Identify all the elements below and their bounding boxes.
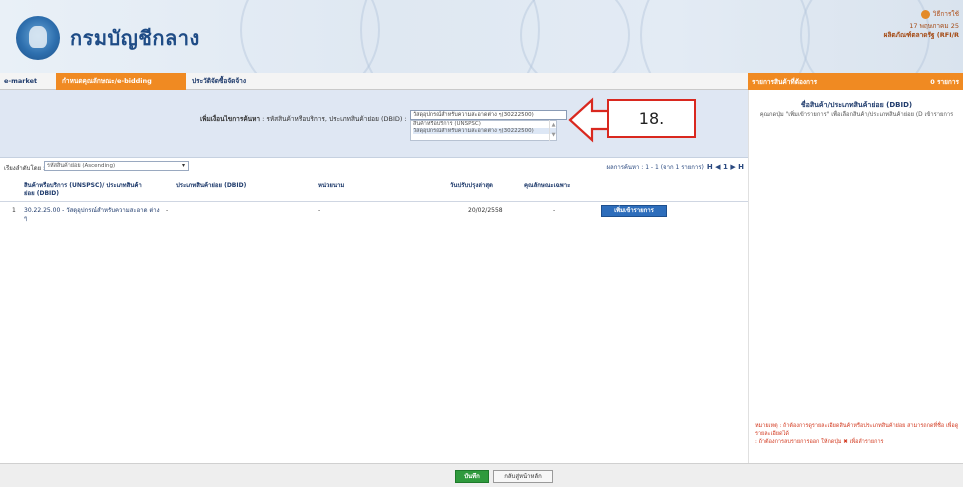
row-item-link[interactable]: 30.22.25.00 - วัสดุอุปกรณ์สำหรับความสะอา… bbox=[24, 207, 164, 223]
col-header-spec: คุณลักษณะเฉพาะ bbox=[524, 182, 571, 189]
dbid-select-input[interactable]: วัสดุอุปกรณ์สำหรับความสะอาดต่าง ๆ(302225… bbox=[410, 110, 567, 120]
menu-bar: e-market กำหนดคุณลักษณะ/e-bidding ประวัต… bbox=[0, 72, 963, 90]
sort-select[interactable]: รหัสสินค้าย่อย (Ascending) ▾ bbox=[44, 161, 189, 171]
cart-header: รายการสินค้าที่ต้องการ 0 รายการ bbox=[748, 73, 963, 90]
user-name: ผลิตภัณฑ์ตลาดรัฐ (RFI/R bbox=[883, 31, 959, 39]
tab-e-market[interactable]: e-market bbox=[0, 73, 56, 90]
tab-procurement-history[interactable]: ประวัติจัดซื้อจัดจ้าง bbox=[186, 73, 252, 90]
page-header: กรมบัญชีกลาง วิธีการใช้ 17 พฤษภาคม 25 ผล… bbox=[0, 0, 963, 73]
panel-title: ชื่อสินค้า/ประเภทสินค้าย่อย (DBID) bbox=[800, 101, 913, 109]
selected-items-panel: ชื่อสินค้า/ประเภทสินค้าย่อย (DBID) คุณกด… bbox=[748, 90, 963, 463]
table-header: สินค้าหรือบริการ (UNSPSC)/ ประเภทสินค้าย… bbox=[0, 178, 748, 202]
panel-instruction: คุณกดปุ่ม "เพิ่มเข้ารายการ" เพื่อเลือกสิ… bbox=[759, 112, 954, 118]
col-header-updated: วันปรับปรุงล่าสุด bbox=[450, 182, 493, 189]
sort-value: รหัสสินค้าย่อย (Ascending) bbox=[47, 163, 116, 169]
help-link[interactable]: วิธีการใช้ bbox=[920, 10, 959, 19]
note-line-1: หมายเหตุ : ถ้าต้องการดูรายละเอียดสินค้าห… bbox=[755, 423, 959, 437]
help-label: วิธีการใช้ bbox=[932, 10, 959, 18]
menu-tabs: e-market กำหนดคุณลักษณะ/e-bidding ประวัต… bbox=[0, 72, 748, 90]
pagination: ผลการค้นหา : 1 - 1 (จาก 1 รายการ) H ◀ 1 … bbox=[607, 162, 745, 172]
row-index: 1 bbox=[12, 207, 16, 214]
note-line-2: : ถ้าต้องการลบรายการออก ให้กดปุ่ม ✖ เพื่… bbox=[755, 438, 963, 446]
dropdown-scrollbar[interactable]: ▲ ▼ bbox=[549, 120, 557, 141]
header-user-info: วิธีการใช้ 17 พฤษภาคม 25 ผลิตภัณฑ์ตลาดรั… bbox=[884, 10, 959, 40]
save-button[interactable]: บันทึก bbox=[455, 470, 489, 483]
sort-label: เรียงลำดับโดย : bbox=[4, 165, 46, 172]
row-updated: 20/02/2558 bbox=[468, 207, 503, 214]
filter-label: เพิ่มเงื่อนไขการค้นหา : รหัสสินค้าหรือบร… bbox=[200, 114, 407, 124]
step-callout: 18. bbox=[607, 99, 696, 138]
col-header-dbid: ประเภทสินค้าย่อย (DBID) bbox=[176, 182, 247, 189]
table-row: 1 30.22.25.00 - วัสดุอุปกรณ์สำหรับความสะ… bbox=[0, 202, 748, 230]
header-decoration bbox=[360, 0, 540, 73]
header-decoration bbox=[240, 0, 380, 73]
row-dbid: - bbox=[166, 207, 169, 214]
row-spec: - bbox=[553, 207, 556, 214]
current-date: 17 พฤษภาคม 25 bbox=[909, 22, 959, 30]
note-delete-text: : ถ้าต้องการลบรายการออก ให้กดปุ่ม bbox=[755, 439, 842, 445]
header-decoration bbox=[640, 0, 810, 73]
pagination-controls[interactable]: H ◀ 1 ▶ H bbox=[707, 163, 744, 171]
tab-e-bidding[interactable]: กำหนดคุณลักษณะ/e-bidding bbox=[56, 72, 186, 90]
help-icon bbox=[920, 10, 930, 19]
chevron-down-icon: ▾ bbox=[181, 162, 185, 169]
row-unit: - bbox=[318, 207, 321, 214]
header-decoration bbox=[520, 0, 630, 73]
filter-label-rest: : รหัสสินค้าหรือบริการ, ประเภทสินค้าย่อย… bbox=[262, 115, 407, 123]
pagination-summary: ผลการค้นหา : 1 - 1 (จาก 1 รายการ) bbox=[606, 164, 704, 171]
delete-x-icon: ✖ bbox=[843, 439, 848, 445]
dropdown-option-selected[interactable]: วัสดุอุปกรณ์สำหรับความสะอาดต่าง ๆ(302225… bbox=[413, 127, 556, 134]
bottom-action-bar: บันทึก กลับสู่หน้าหลัก bbox=[0, 463, 963, 487]
cart-title: รายการสินค้าที่ต้องการ bbox=[752, 77, 818, 86]
col-header-item: สินค้าหรือบริการ (UNSPSC)/ ประเภทสินค้าย… bbox=[24, 182, 142, 197]
results-toolbar: เรียงลำดับโดย : รหัสสินค้าย่อย (Ascendin… bbox=[0, 158, 748, 176]
back-to-home-button[interactable]: กลับสู่หน้าหลัก bbox=[493, 470, 553, 483]
panel-note: หมายเหตุ : ถ้าต้องการดูรายละเอียดสินค้าห… bbox=[755, 422, 963, 446]
filter-label-bold: เพิ่มเงื่อนไขการค้นหา bbox=[200, 115, 261, 123]
dbid-dropdown-list[interactable]: สินค้าหรือบริการ (UNSPSC) วัสดุอุปกรณ์สำ… bbox=[410, 120, 557, 141]
add-to-list-button[interactable]: เพิ่มเข้ารายการ bbox=[601, 205, 667, 217]
cart-count: 0 รายการ bbox=[930, 77, 959, 86]
note-delete-text-end: เพื่อลำรายการ bbox=[849, 439, 884, 445]
results-table: สินค้าหรือบริการ (UNSPSC)/ ประเภทสินค้าย… bbox=[0, 178, 748, 230]
brand-title: กรมบัญชีกลาง bbox=[70, 26, 200, 50]
department-logo-icon bbox=[16, 16, 60, 60]
col-header-unit: หน่วยนาม bbox=[318, 182, 345, 189]
